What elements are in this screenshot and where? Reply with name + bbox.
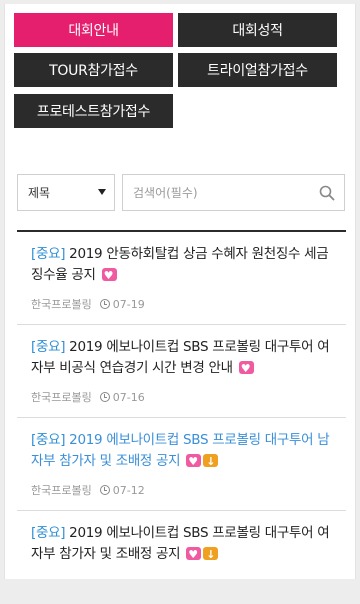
heart-badge-icon	[238, 358, 254, 379]
list-item[interactable]: [중요] 2019 에보나이트컵 SBS 프로볼링 대구투어 여자부 참가자 및…	[17, 511, 346, 604]
search-placeholder: 검색어(필수)	[133, 186, 198, 200]
post-title[interactable]: [중요] 2019 안동하회탈컵 상금 수혜자 원천징수 세금 징수율 공지	[31, 244, 336, 286]
post-title[interactable]: [중요] 2019 에보나이트컵 SBS 프로볼링 대구투어 여자부 참가자 및…	[31, 523, 336, 565]
post-author: 한국프로볼링	[31, 391, 92, 404]
post-title-text: 2019 에보나이트컵 SBS 프로볼링 대구투어 남자부 참가자 및 조배정 …	[31, 432, 330, 469]
tab-trial-registration[interactable]: 트라이얼참가접수	[178, 53, 337, 87]
tab-tour-registration[interactable]: TOUR참가접수	[14, 53, 173, 87]
post-tag: [중요]	[31, 525, 66, 541]
download-badge-icon	[203, 544, 219, 565]
post-list: [중요] 2019 안동하회탈컵 상금 수혜자 원천징수 세금 징수율 공지 한…	[17, 230, 346, 604]
search-field-select[interactable]: 제목	[17, 174, 115, 211]
clock-icon	[99, 299, 110, 309]
post-tag: [중요]	[31, 432, 66, 448]
tab-competition-results[interactable]: 대회성적	[178, 13, 337, 47]
list-item[interactable]: [중요] 2019 안동하회탈컵 상금 수혜자 원천징수 세금 징수율 공지 한…	[17, 232, 346, 325]
list-item[interactable]: [중요] 2019 에보나이트컵 SBS 프로볼링 대구투어 여자부 비공식 연…	[17, 325, 346, 418]
post-title-text: 2019 에보나이트컵 SBS 프로볼링 대구투어 여자부 비공식 연습경기 시…	[31, 339, 330, 376]
heart-badge-icon	[186, 544, 202, 565]
post-date: 07-16	[112, 390, 145, 404]
download-badge-icon	[203, 451, 219, 472]
clock-icon	[99, 485, 110, 495]
post-date: 07-12	[112, 483, 145, 497]
post-tag: [중요]	[31, 339, 66, 355]
search-icon[interactable]	[318, 184, 336, 202]
post-meta: 한국프로볼링 07-12	[31, 482, 145, 498]
post-title[interactable]: [중요] 2019 에보나이트컵 SBS 프로볼링 대구투어 남자부 참가자 및…	[31, 430, 336, 472]
tab-competition-info[interactable]: 대회안내	[14, 13, 173, 47]
clock-icon	[99, 392, 110, 402]
post-meta: 한국프로볼링 07-16	[31, 389, 145, 405]
list-item[interactable]: [중요] 2019 에보나이트컵 SBS 프로볼링 대구투어 남자부 참가자 및…	[17, 418, 346, 511]
post-date: 07-19	[112, 297, 145, 311]
search-field-value: 제목	[28, 186, 51, 200]
tab-protest-registration[interactable]: 프로테스트참가접수	[14, 94, 173, 128]
heart-badge-icon	[101, 265, 117, 286]
post-tag: [중요]	[31, 246, 66, 262]
post-author: 한국프로볼링	[31, 298, 92, 311]
heart-badge-icon	[186, 451, 202, 472]
search-input[interactable]: 검색어(필수)	[122, 174, 345, 211]
page-panel: 대회안내 대회성적 TOUR참가접수 트라이얼참가접수 프로테스트참가접수 제목…	[4, 4, 356, 579]
post-meta: 한국프로볼링 07-19	[31, 296, 145, 312]
search-bar: 제목 검색어(필수)	[17, 174, 345, 211]
post-title-text: 2019 안동하회탈컵 상금 수혜자 원천징수 세금 징수율 공지	[31, 246, 329, 283]
post-title-text: 2019 에보나이트컵 SBS 프로볼링 대구투어 여자부 참가자 및 조배정 …	[31, 525, 330, 562]
caret-down-icon	[98, 189, 106, 195]
post-title[interactable]: [중요] 2019 에보나이트컵 SBS 프로볼링 대구투어 여자부 비공식 연…	[31, 337, 336, 379]
post-author: 한국프로볼링	[31, 484, 92, 497]
